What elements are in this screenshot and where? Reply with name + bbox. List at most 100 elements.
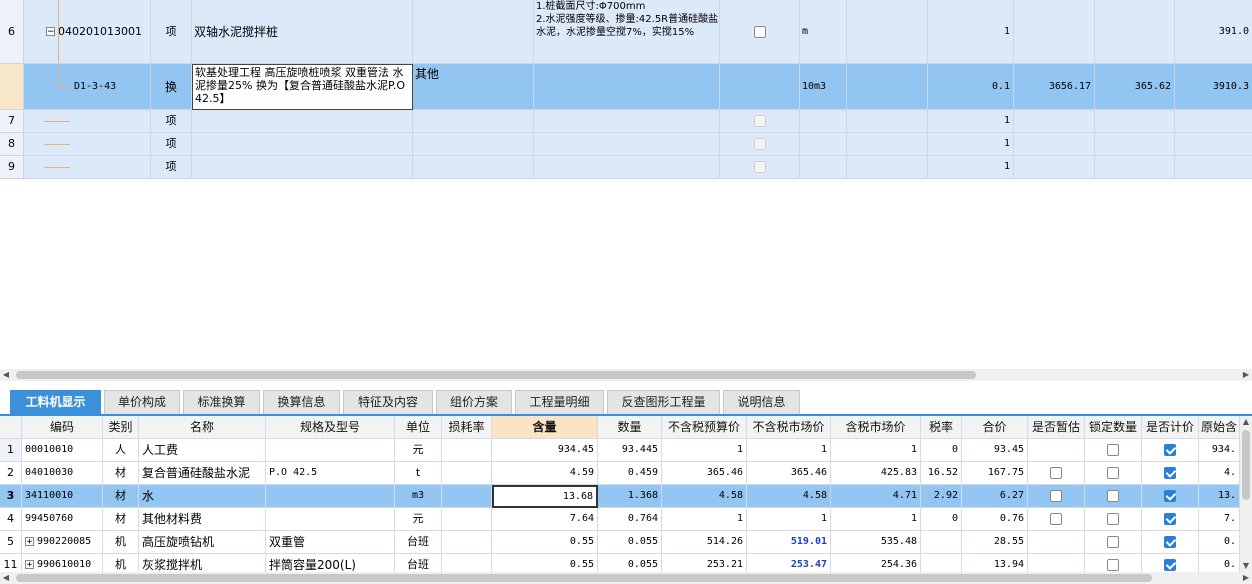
- code-cell[interactable]: [24, 110, 151, 133]
- expand-icon[interactable]: +: [25, 536, 34, 546]
- name-cell[interactable]: [192, 110, 413, 133]
- checkbox[interactable]: [1107, 444, 1119, 456]
- content-cell[interactable]: 4.59: [492, 462, 598, 485]
- market-price-tax-cell[interactable]: 254.36: [831, 554, 921, 572]
- header-name[interactable]: 名称: [139, 416, 266, 439]
- checkbox-checked[interactable]: [1164, 536, 1176, 548]
- collapse-icon[interactable]: −: [46, 27, 55, 37]
- checkbox[interactable]: [1050, 467, 1062, 479]
- feature-cell[interactable]: 1.桩截面尺寸:Φ700mm 2.水泥强度等级、掺量:42.5R普通硅酸盐水泥，…: [534, 0, 720, 64]
- table-row-selected[interactable]: D1-3-43 换 软基处理工程 高压旋喷桩喷浆 双重管法 水泥掺量25% 换为…: [0, 64, 1252, 110]
- spec-cell[interactable]: [413, 0, 534, 64]
- expand-icon[interactable]: +: [25, 559, 34, 569]
- loss-rate-cell[interactable]: [442, 462, 492, 485]
- tab-description[interactable]: 说明信息: [723, 390, 800, 414]
- qty-cell[interactable]: 1: [928, 110, 1014, 133]
- spec-cell[interactable]: 拌筒容量200(L): [266, 554, 395, 572]
- lock-qty-cell[interactable]: [1085, 439, 1142, 462]
- spec-cell[interactable]: 双重管: [266, 531, 395, 554]
- tax-rate-cell[interactable]: [921, 531, 962, 554]
- content-edit-cell[interactable]: 13.68: [492, 485, 598, 508]
- code-cell[interactable]: [24, 156, 151, 179]
- market-price-tax-cell[interactable]: 4.71: [831, 485, 921, 508]
- name-cell[interactable]: 人工费: [139, 439, 266, 462]
- table-row[interactable]: 7 项 1: [0, 110, 1252, 133]
- name-cell[interactable]: 灰浆搅拌机: [139, 554, 266, 572]
- code-cell[interactable]: 00010010: [22, 439, 103, 462]
- lock-qty-cell[interactable]: [1085, 485, 1142, 508]
- lock-qty-cell[interactable]: [1085, 531, 1142, 554]
- content-cell[interactable]: 0.55: [492, 531, 598, 554]
- spec-cell[interactable]: [413, 133, 534, 156]
- name-cell[interactable]: [192, 133, 413, 156]
- header-sum[interactable]: 合价: [962, 416, 1028, 439]
- lock-qty-cell[interactable]: [1085, 554, 1142, 572]
- priced-cell[interactable]: [1142, 462, 1199, 485]
- spec-cell[interactable]: [266, 439, 395, 462]
- content-cell[interactable]: 934.45: [492, 439, 598, 462]
- checkbox[interactable]: [1050, 513, 1062, 525]
- priced-cell[interactable]: [1142, 531, 1199, 554]
- market-price-cell[interactable]: 365.46: [747, 462, 831, 485]
- header-provisional[interactable]: 是否暂估: [1028, 416, 1085, 439]
- market-price-tax-cell[interactable]: 535.48: [831, 531, 921, 554]
- loss-rate-cell[interactable]: [442, 531, 492, 554]
- priced-cell[interactable]: [1142, 508, 1199, 531]
- spec-cell[interactable]: 其他: [413, 64, 534, 110]
- table-row-selected[interactable]: 3 34110010 材 水 m3 13.68 1.368 4.58 4.58 …: [0, 485, 1240, 508]
- content-cell[interactable]: 0.55: [492, 554, 598, 572]
- scroll-right-icon[interactable]: ▶: [1240, 572, 1252, 584]
- tax-rate-cell[interactable]: 2.92: [921, 485, 962, 508]
- feature-cell[interactable]: [534, 156, 720, 179]
- name-cell[interactable]: 其他材料费: [139, 508, 266, 531]
- code-cell[interactable]: +990220085: [22, 531, 103, 554]
- table-row[interactable]: 2 04010030 材 复合普通硅酸盐水泥 P.O 42.5 t 4.59 0…: [0, 462, 1240, 485]
- qty-cell[interactable]: 1: [928, 156, 1014, 179]
- table-row[interactable]: 4 99450760 材 其他材料费 元 7.64 0.764 1 1 1 0 …: [0, 508, 1240, 531]
- code-cell[interactable]: +990610010: [22, 554, 103, 572]
- header-market-price-tax[interactable]: 含税市场价: [831, 416, 921, 439]
- table-row[interactable]: 1 00010010 人 人工费 元 934.45 93.445 1 1 1 0…: [0, 439, 1240, 462]
- market-price-cell[interactable]: 519.01: [747, 531, 831, 554]
- checkbox[interactable]: [1107, 490, 1119, 502]
- scroll-left-icon[interactable]: ◀: [0, 369, 12, 381]
- tab-pricing-scheme[interactable]: 组价方案: [436, 390, 512, 414]
- checkbox-checked[interactable]: [1164, 444, 1176, 456]
- tab-graphic-quantity[interactable]: 反查图形工程量: [607, 390, 720, 414]
- scroll-right-icon[interactable]: ▶: [1240, 369, 1252, 381]
- provisional-cell[interactable]: [1028, 462, 1085, 485]
- tax-rate-cell[interactable]: 0: [921, 508, 962, 531]
- scroll-thumb[interactable]: [1242, 430, 1250, 500]
- loss-rate-cell[interactable]: [442, 508, 492, 531]
- feature-cell[interactable]: [534, 110, 720, 133]
- checkbox-checked[interactable]: [1164, 467, 1176, 479]
- checkbox[interactable]: [1107, 536, 1119, 548]
- table-row[interactable]: 5 +990220085 机 高压旋喷钻机 双重管 台班 0.55 0.055 …: [0, 531, 1240, 554]
- checkbox[interactable]: [753, 25, 766, 38]
- lower-vertical-scrollbar[interactable]: ▲ ▼: [1240, 416, 1252, 572]
- header-quantity[interactable]: 数量: [598, 416, 662, 439]
- market-price-tax-cell[interactable]: 1: [831, 439, 921, 462]
- scroll-left-icon[interactable]: ◀: [0, 572, 12, 584]
- market-price-cell[interactable]: 1: [747, 508, 831, 531]
- loss-rate-cell[interactable]: [442, 485, 492, 508]
- header-market-price[interactable]: 不含税市场价: [747, 416, 831, 439]
- checkbox-checked[interactable]: [1164, 513, 1176, 525]
- lock-qty-cell[interactable]: [1085, 508, 1142, 531]
- code-cell[interactable]: [24, 133, 151, 156]
- checkbox[interactable]: [1107, 559, 1119, 571]
- code-cell[interactable]: D1-3-43: [24, 64, 151, 110]
- name-cell[interactable]: [192, 156, 413, 179]
- flag-cell[interactable]: [720, 0, 800, 64]
- name-edit-cell[interactable]: 软基处理工程 高压旋喷桩喷浆 双重管法 水泥掺量25% 换为【复合普通硅酸盐水泥…: [192, 64, 413, 110]
- header-budget-price[interactable]: 不含税预算价: [662, 416, 747, 439]
- header-tax-rate[interactable]: 税率: [921, 416, 962, 439]
- header-category[interactable]: 类别: [103, 416, 139, 439]
- checkbox[interactable]: [1107, 467, 1119, 479]
- tab-features[interactable]: 特征及内容: [343, 390, 433, 414]
- header-unit[interactable]: 单位: [395, 416, 442, 439]
- provisional-cell[interactable]: [1028, 508, 1085, 531]
- tax-rate-cell[interactable]: 0: [921, 439, 962, 462]
- spec-cell[interactable]: [266, 508, 395, 531]
- provisional-cell[interactable]: [1028, 485, 1085, 508]
